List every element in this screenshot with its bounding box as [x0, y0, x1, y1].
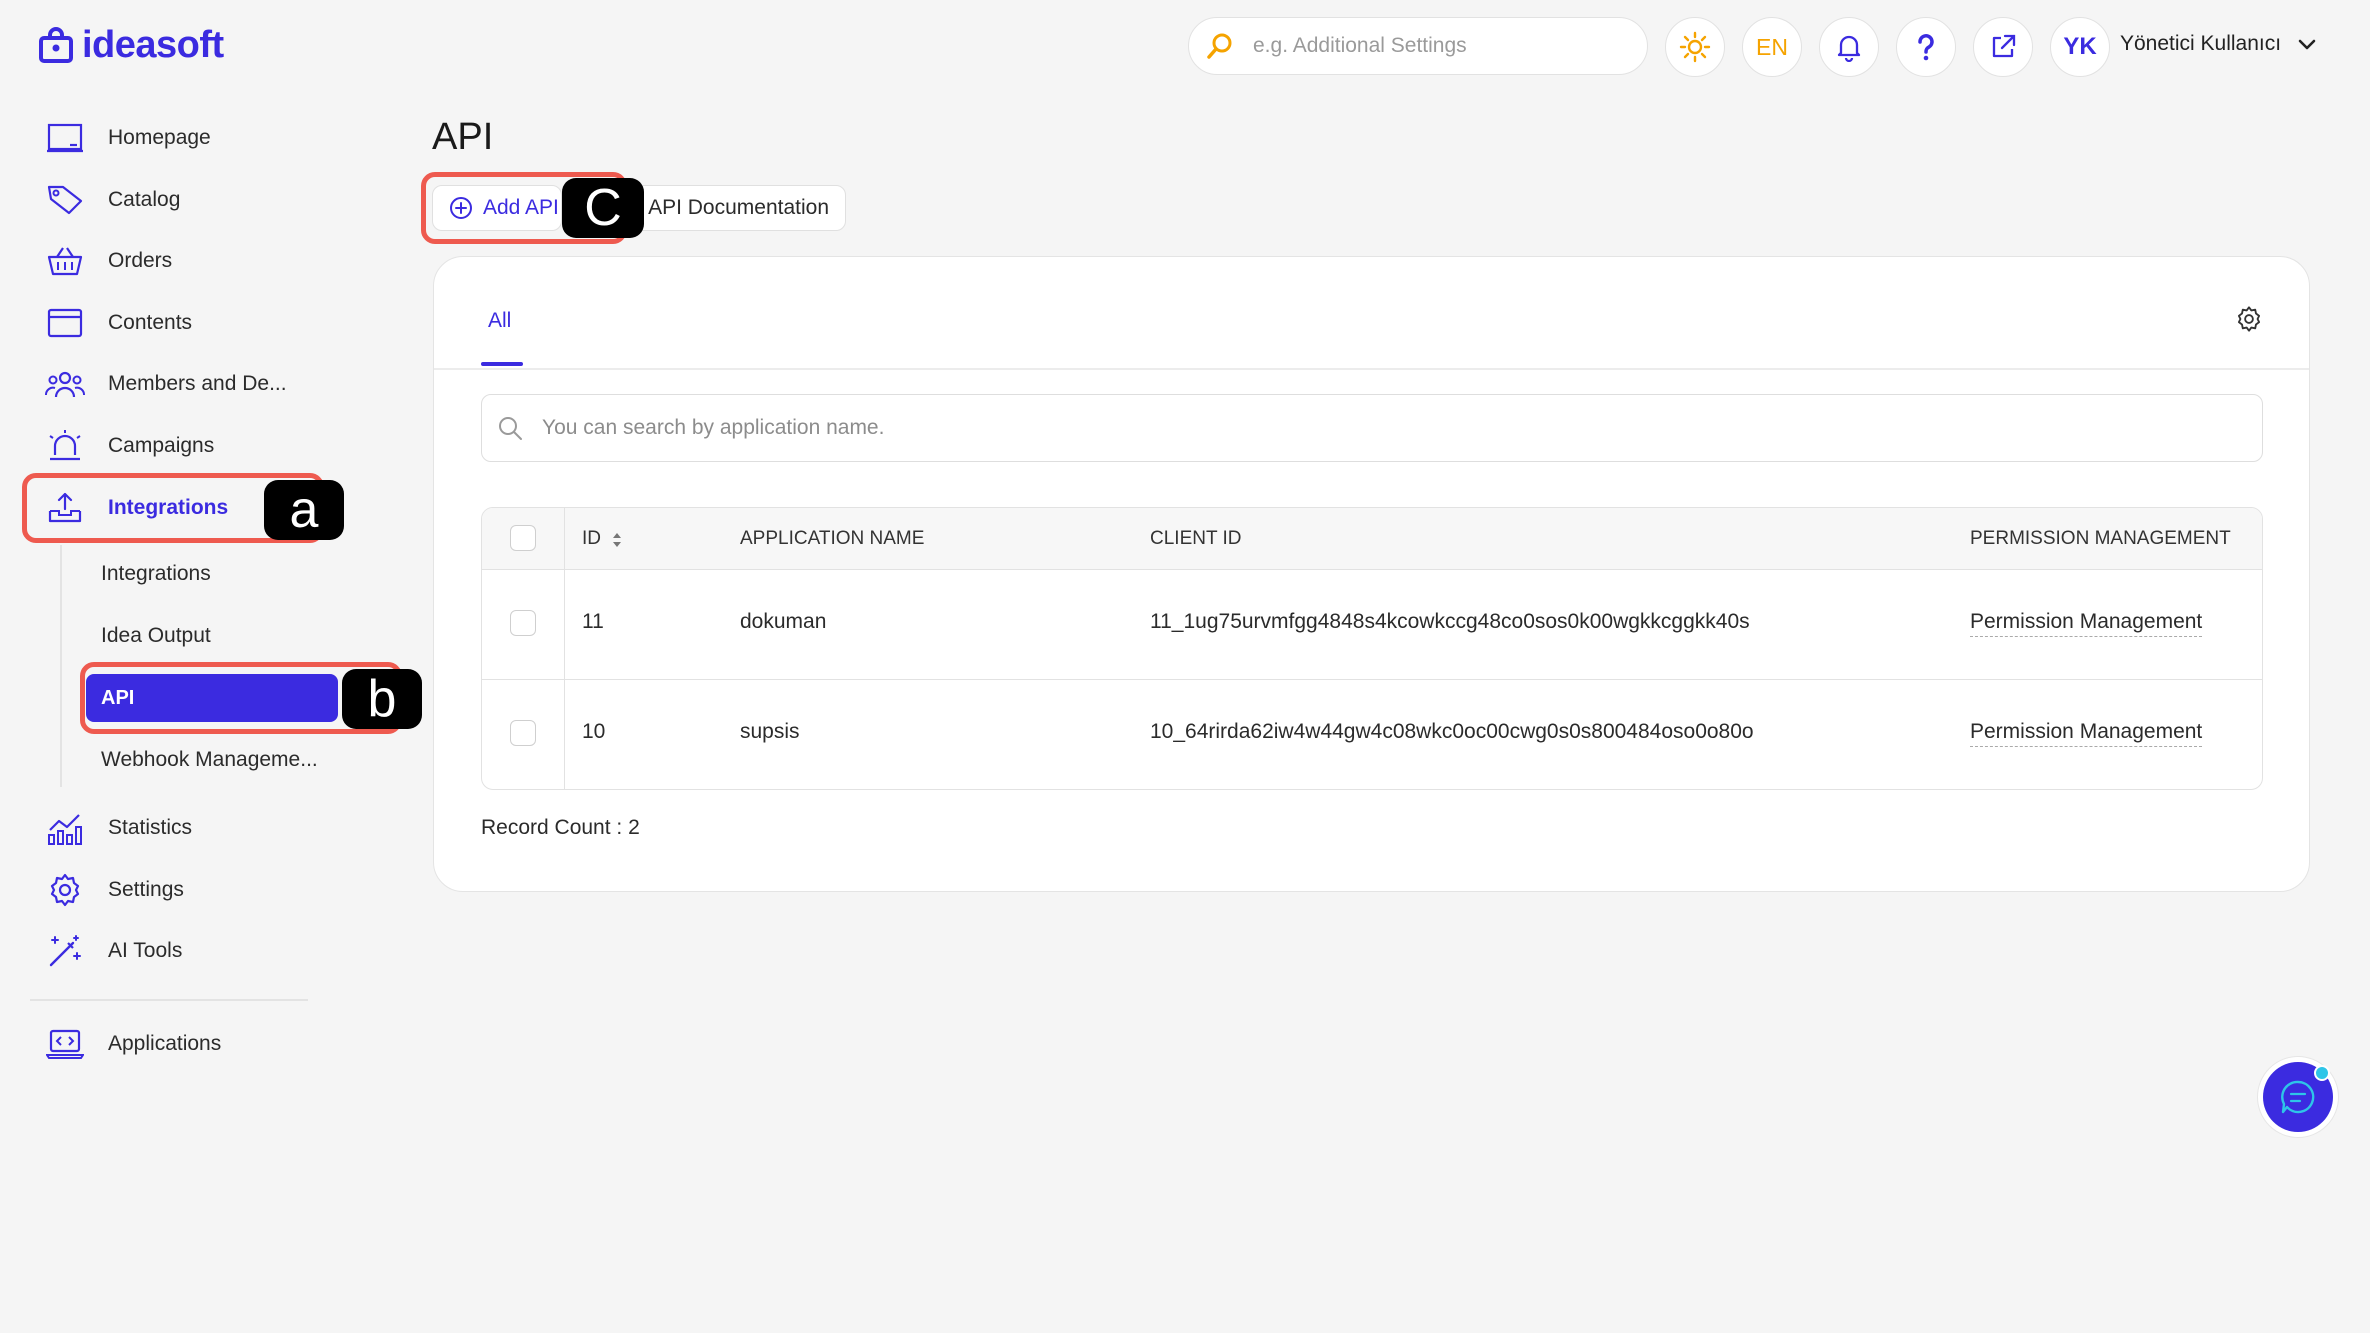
- sidebar-item-label: Contents: [108, 311, 193, 334]
- sidebar-item-applications[interactable]: Applications: [44, 1021, 221, 1067]
- tabs-divider: [434, 368, 2309, 370]
- monitor-icon: [47, 123, 83, 153]
- chat-status-dot: [2314, 1065, 2330, 1081]
- sidebar-item-label: Members and De...: [108, 372, 287, 395]
- api-list-card: All ID APPLICATION NAME CLIENT ID PERMIS…: [433, 256, 2310, 892]
- sun-icon: [1679, 31, 1711, 63]
- search-icon: [499, 417, 522, 440]
- sidebar-item-label: Homepage: [108, 126, 211, 149]
- tab-all[interactable]: All: [488, 309, 511, 333]
- sidebar-item-label: Catalog: [108, 188, 181, 211]
- users-icon: [45, 371, 85, 398]
- select-all-checkbox[interactable]: [510, 525, 536, 551]
- user-initials: YK: [2063, 33, 2097, 60]
- api-table: ID APPLICATION NAME CLIENT ID PERMISSION…: [481, 507, 2263, 790]
- submenu-guide-line: [60, 545, 62, 787]
- row-id: 10: [582, 720, 606, 743]
- magic-wand-icon: [49, 935, 81, 967]
- page-title: API: [432, 116, 494, 158]
- sidebar-item-statistics[interactable]: Statistics: [44, 805, 192, 851]
- sidebar-divider: [30, 999, 308, 1001]
- theme-toggle-button[interactable]: [1665, 17, 1725, 77]
- language-label: EN: [1756, 33, 1788, 60]
- row-application-name: supsis: [740, 720, 800, 743]
- annotation-badge-label: C: [584, 179, 622, 237]
- table-row: 11 dokuman 11_1ug75urvmfgg4848s4kcowkccg…: [482, 570, 2262, 679]
- annotation-badge-a: a: [264, 480, 344, 540]
- sidebar-subitem-webhook[interactable]: Webhook Manageme...: [101, 748, 318, 772]
- user-name[interactable]: Yönetici Kullanıcı: [2120, 32, 2281, 56]
- bar-chart-icon: [48, 814, 82, 845]
- annotation-badge-label: b: [367, 670, 397, 728]
- sidebar-subitem-integrations[interactable]: Integrations: [101, 562, 211, 586]
- column-header-application-name: APPLICATION NAME: [740, 528, 925, 549]
- table-settings-gear-icon[interactable]: [2235, 305, 2263, 333]
- api-documentation-button[interactable]: API Documentation: [624, 185, 846, 231]
- sort-icon[interactable]: [610, 530, 624, 550]
- basket-icon: [47, 247, 83, 276]
- annotation-badge-label: a: [289, 481, 319, 539]
- row-client-id: 10_64rirda62iw4w44gw4c08wkc0oc00cwg0s0s8…: [1150, 720, 1754, 743]
- language-button[interactable]: EN: [1742, 17, 1802, 77]
- column-header-client-id: CLIENT ID: [1150, 528, 1242, 549]
- sidebar-item-label: Campaigns: [108, 434, 215, 457]
- global-search-input[interactable]: [1251, 33, 1611, 59]
- tab-active-indicator: [481, 362, 523, 366]
- table-header: ID APPLICATION NAME CLIENT ID PERMISSION…: [482, 508, 2262, 570]
- row-checkbox[interactable]: [510, 720, 536, 746]
- browser-window-icon: [47, 308, 83, 338]
- application-search-input[interactable]: [540, 415, 2140, 441]
- brand-name: ideasoft: [82, 24, 224, 66]
- sidebar-item-members[interactable]: Members and De...: [44, 361, 287, 407]
- bell-icon: [1837, 35, 1861, 62]
- laptop-code-icon: [46, 1029, 84, 1059]
- api-documentation-label: API Documentation: [648, 196, 829, 219]
- tag-icon: [47, 185, 83, 215]
- column-header-permission-management: PERMISSION MANAGEMENT: [1970, 528, 2231, 549]
- column-header-id[interactable]: ID: [582, 528, 601, 550]
- sidebar-item-label: AI Tools: [108, 939, 183, 962]
- sidebar-item-label: Applications: [108, 1032, 222, 1055]
- gear-icon: [50, 873, 80, 907]
- sidebar-item-orders[interactable]: Orders: [44, 238, 172, 284]
- annotation-badge-c: C: [562, 178, 644, 238]
- sidebar-item-settings[interactable]: Settings: [44, 867, 184, 913]
- row-application-name: dokuman: [740, 610, 827, 633]
- sidebar-item-label: Statistics: [108, 816, 193, 839]
- permission-management-link[interactable]: Permission Management: [1970, 720, 2203, 747]
- chat-bubble-icon: [2281, 1080, 2315, 1114]
- help-button[interactable]: [1896, 17, 1956, 77]
- chat-support-button[interactable]: [2257, 1056, 2339, 1138]
- sidebar-item-homepage[interactable]: Homepage: [44, 115, 211, 161]
- chevron-down-icon[interactable]: [2296, 34, 2318, 56]
- sidebar-item-ai-tools[interactable]: AI Tools: [44, 928, 182, 974]
- open-store-button[interactable]: [1973, 17, 2033, 77]
- sidebar-item-label: Settings: [108, 878, 184, 901]
- sidebar-item-campaigns[interactable]: Campaigns: [44, 423, 214, 469]
- row-client-id: 11_1ug75urvmfgg4848s4kcowkccg48co0sos0k0…: [1150, 610, 1750, 633]
- search-icon: [1207, 33, 1232, 59]
- checkbox-column-divider: [564, 508, 565, 789]
- external-link-icon: [1992, 34, 2016, 58]
- question-mark-icon: [1918, 34, 1934, 61]
- siren-icon: [49, 430, 81, 461]
- record-count: Record Count : 2: [481, 816, 640, 839]
- user-avatar[interactable]: YK: [2050, 17, 2110, 77]
- global-search[interactable]: [1188, 17, 1648, 75]
- brand-logo[interactable]: ideasoft: [36, 24, 224, 67]
- sidebar-item-label: Orders: [108, 249, 173, 272]
- application-search[interactable]: [481, 394, 2263, 462]
- permission-management-link[interactable]: Permission Management: [1970, 610, 2203, 637]
- row-id: 11: [582, 610, 604, 633]
- sidebar-item-contents[interactable]: Contents: [44, 300, 192, 346]
- table-row: 10 supsis 10_64rirda62iw4w44gw4c08wkc0oc…: [482, 679, 2262, 788]
- notifications-button[interactable]: [1819, 17, 1879, 77]
- sidebar-subitem-idea-output[interactable]: Idea Output: [101, 624, 211, 648]
- bag-logo-icon: [39, 26, 73, 63]
- annotation-badge-b: b: [342, 669, 422, 729]
- row-checkbox[interactable]: [510, 610, 536, 636]
- sidebar-item-catalog[interactable]: Catalog: [44, 177, 180, 223]
